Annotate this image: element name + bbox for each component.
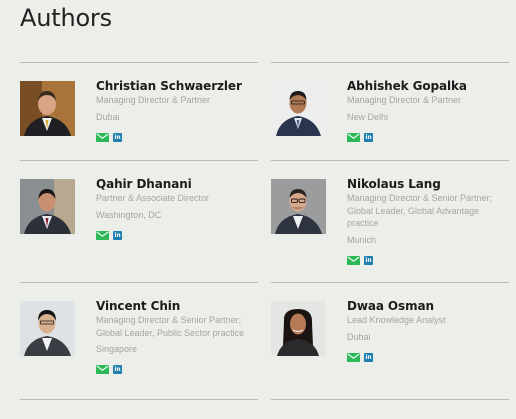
author-name[interactable]: Christian Schwaerzler [96,79,258,93]
author-photo[interactable] [20,81,75,136]
author-location: New Delhi [347,111,389,122]
author-role: Partner & Associate Director [96,193,210,203]
linkedin-icon[interactable]: in [364,132,373,142]
author-photo[interactable] [271,81,326,136]
author-contact-links: in [347,352,509,362]
author-contact-links: in [96,132,258,142]
email-icon[interactable] [347,132,360,142]
author-name[interactable]: Vincent Chin [96,299,258,313]
email-icon[interactable] [96,230,109,240]
email-icon[interactable] [96,132,109,142]
author-location: Munich [347,234,377,245]
author-card: Nikolaus Lang Managing Director & Senior… [271,160,509,282]
linkedin-icon[interactable]: in [364,255,373,265]
authors-grid: Christian Schwaerzler Managing Director … [20,62,509,419]
linkedin-icon[interactable]: in [113,132,122,142]
author-contact-links: in [347,255,509,265]
author-role: Lead Knowledge Analyst [347,315,446,325]
author-contact-links: in [96,230,258,240]
author-photo[interactable] [20,301,75,356]
author-location: Dubai [347,331,371,342]
author-contact-links: in [96,365,258,374]
author-card: Christian Schwaerzler Managing Director … [20,62,258,160]
author-location: Dubai [96,111,120,122]
author-role: Managing Director & Senior Partner; Glob… [347,193,493,228]
page-title: Authors [20,4,112,32]
author-role: Managing Director & Partner [347,95,462,105]
grid-divider [271,399,509,419]
linkedin-icon[interactable]: in [364,352,373,362]
author-name[interactable]: Dwaa Osman [347,299,509,313]
author-contact-links: in [347,132,509,142]
linkedin-icon[interactable]: in [113,365,122,374]
author-photo[interactable] [20,179,75,234]
author-photo[interactable] [271,179,326,234]
author-role: Managing Director & Partner [96,95,211,105]
email-icon[interactable] [96,365,109,374]
author-card: Vincent Chin Managing Director & Senior … [20,282,258,399]
author-photo[interactable] [271,301,326,356]
author-card: Qahir Dhanani Partner & Associate Direct… [20,160,258,282]
email-icon[interactable] [347,352,360,362]
author-location: Singapore [96,344,138,354]
author-name[interactable]: Nikolaus Lang [347,177,509,191]
grid-divider [20,399,258,419]
linkedin-icon[interactable]: in [113,230,122,240]
author-card: Abhishek Gopalka Managing Director & Par… [271,62,509,160]
author-name[interactable]: Qahir Dhanani [96,177,258,191]
author-location: Washington, DC [96,209,162,220]
author-name[interactable]: Abhishek Gopalka [347,79,509,93]
email-icon[interactable] [347,255,360,265]
author-card: Dwaa Osman Lead Knowledge Analyst Dubai … [271,282,509,399]
author-role: Managing Director & Senior Partner; Glob… [96,315,245,338]
